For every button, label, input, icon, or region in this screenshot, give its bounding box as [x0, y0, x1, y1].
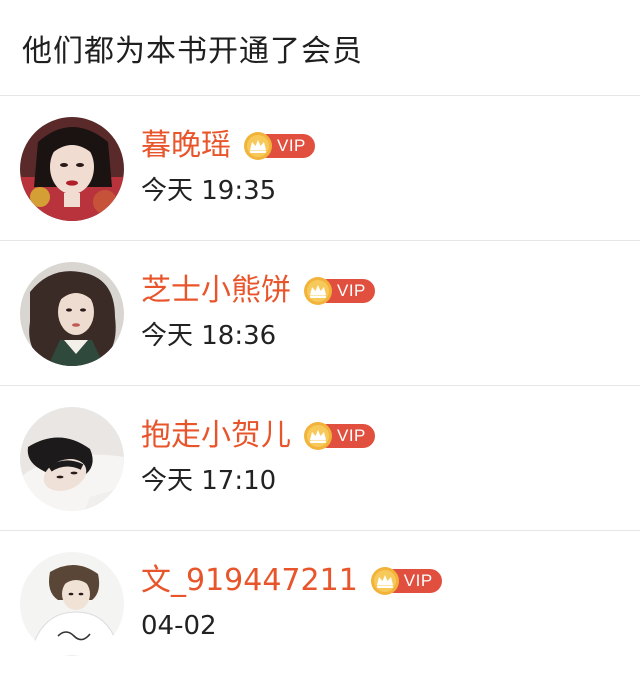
vip-badge: VIP [370, 567, 442, 595]
avatar[interactable] [20, 117, 124, 221]
page-title: 他们都为本书开通了会员 [22, 33, 363, 69]
member-name[interactable]: 芝士小熊饼 [141, 271, 291, 311]
member-name-line: 芝士小熊饼 VIP [141, 271, 375, 311]
avatar-image [20, 262, 124, 366]
vip-badge: VIP [243, 132, 315, 160]
list-item[interactable]: 暮晚瑶 VIP 今天 19:35 [0, 96, 640, 241]
join-time: 04-02 [141, 611, 217, 641]
list-item[interactable]: 芝士小熊饼 VIP 今天 18:36 [0, 241, 640, 386]
vip-badge: VIP [303, 277, 375, 305]
crown-coin-icon [303, 421, 333, 451]
member-name-line: 暮晚瑶 VIP [141, 126, 315, 166]
avatar-image [20, 552, 124, 656]
crown-coin-icon [303, 276, 333, 306]
join-time: 今天 17:10 [141, 466, 277, 496]
member-name[interactable]: 文_919447211 [141, 561, 358, 601]
avatar-image [20, 407, 124, 511]
avatar[interactable] [20, 262, 124, 366]
crown-coin-icon [370, 566, 400, 596]
avatar[interactable] [20, 552, 124, 656]
vip-badge: VIP [303, 422, 375, 450]
list-item[interactable]: 抱走小贺儿 VIP 今天 17:10 [0, 386, 640, 531]
member-name-line: 文_919447211 VIP [141, 561, 442, 601]
crown-coin-icon [243, 131, 273, 161]
avatar[interactable] [20, 407, 124, 511]
list-item[interactable]: 文_919447211 VIP 04-02 [0, 531, 640, 676]
member-name-line: 抱走小贺儿 VIP [141, 416, 375, 456]
join-time: 今天 19:35 [141, 176, 277, 206]
page-header: 他们都为本书开通了会员 [0, 0, 640, 96]
join-time: 今天 18:36 [141, 321, 277, 351]
member-name[interactable]: 暮晚瑶 [141, 126, 231, 166]
member-list: 暮晚瑶 VIP 今天 19:35 芝士小熊饼 VIP 今天 18:36 抱走小贺… [0, 96, 640, 676]
avatar-image [20, 117, 124, 221]
member-name[interactable]: 抱走小贺儿 [141, 416, 291, 456]
